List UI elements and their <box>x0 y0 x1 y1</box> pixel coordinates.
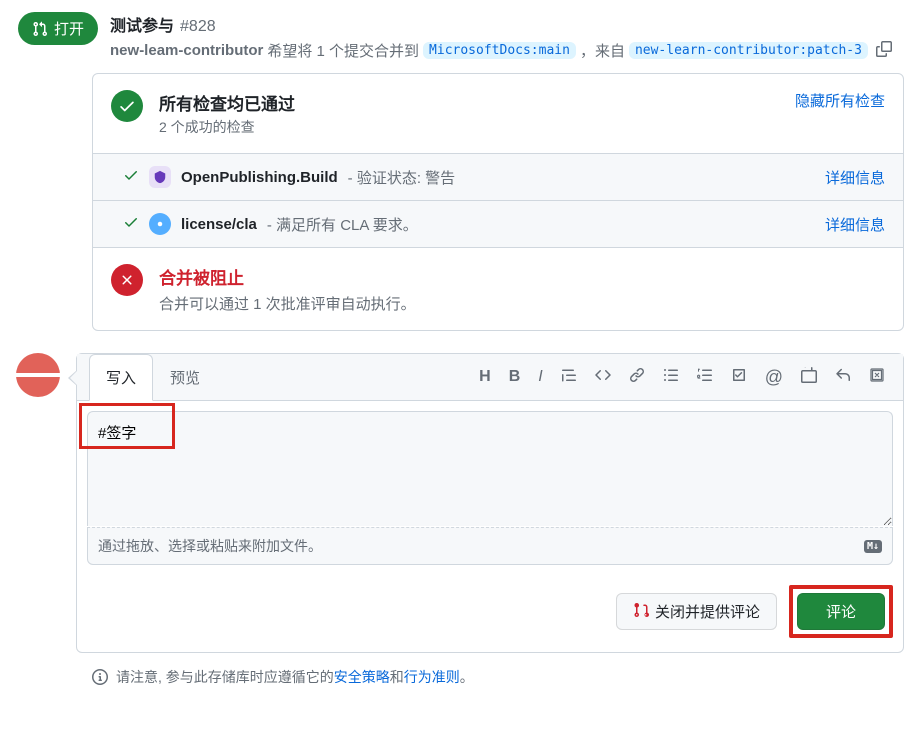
heading-icon[interactable]: H <box>479 368 491 386</box>
markdown-badge-icon[interactable]: M↓ <box>864 540 882 553</box>
italic-icon[interactable]: I <box>538 368 542 386</box>
footer-and: 和 <box>390 669 404 685</box>
highlight-box: 评论 <box>789 585 893 638</box>
check-status: - 满足所有 CLA 要求。 <box>267 214 418 235</box>
hide-checks-link[interactable]: 隐藏所有检查 <box>795 90 885 111</box>
check-detail-link[interactable]: 详细信息 <box>825 214 885 235</box>
fail-circle-icon <box>111 264 143 296</box>
tab-write[interactable]: 写入 <box>89 354 153 401</box>
link-icon[interactable] <box>629 367 645 388</box>
close-pr-button[interactable]: 关闭并提供评论 <box>616 593 777 630</box>
ordered-list-icon[interactable] <box>697 367 713 388</box>
from-text: ，来自 <box>580 40 625 61</box>
head-branch-tag[interactable]: new-learn-contributor:patch-3 <box>629 42 868 59</box>
checks-title: 所有检查均已通过 <box>159 90 779 115</box>
check-app-icon <box>149 213 171 235</box>
check-detail-link[interactable]: 详细信息 <box>825 167 885 188</box>
comment-form: 写入 预览 H B I @ <box>76 353 904 653</box>
status-badge-label: 打开 <box>54 18 84 39</box>
check-status: - 验证状态: 警告 <box>348 167 456 188</box>
task-list-icon[interactable] <box>731 367 747 388</box>
check-success-icon <box>123 167 139 187</box>
success-circle-icon <box>111 90 143 122</box>
security-policy-link[interactable]: 安全策略 <box>334 669 390 685</box>
info-icon <box>92 669 108 685</box>
footer-note: 请注意, 参与此存储库时应遵循它的安全策略和行为准则。 <box>92 667 904 687</box>
header-info: 测试参与 #828 new-leam-contributor 希望将 1 个提交… <box>110 12 904 61</box>
checks-panel: 所有检查均已通过 2 个成功的检查 隐藏所有检查 OpenPublishing.… <box>92 73 904 331</box>
comment-textarea[interactable] <box>87 411 893 526</box>
wants-merge-text: 希望将 1 个提交合并到 <box>267 40 419 61</box>
checks-header: 所有检查均已通过 2 个成功的检查 隐藏所有检查 <box>93 74 903 153</box>
reference-icon[interactable] <box>801 367 817 388</box>
close-pr-label: 关闭并提供评论 <box>655 601 760 622</box>
code-of-conduct-link[interactable]: 行为准则 <box>404 669 460 685</box>
merge-description: new-leam-contributor 希望将 1 个提交合并到 Micros… <box>110 40 904 61</box>
check-row: license/cla - 满足所有 CLA 要求。 详细信息 <box>93 200 903 247</box>
reply-icon[interactable] <box>835 367 851 388</box>
base-branch-tag[interactable]: MicrosoftDocs:main <box>423 42 576 59</box>
button-row: 关闭并提供评论 评论 <box>77 575 903 652</box>
check-success-icon <box>123 214 139 234</box>
bold-icon[interactable]: B <box>509 368 521 386</box>
comment-submit-button[interactable]: 评论 <box>797 593 885 630</box>
expand-icon[interactable] <box>869 367 885 388</box>
check-app-icon <box>149 166 171 188</box>
check-name: license/cla <box>181 216 257 233</box>
unordered-list-icon[interactable] <box>663 367 679 388</box>
copy-branch-icon[interactable] <box>876 41 892 61</box>
pr-number: #828 <box>180 18 216 36</box>
tab-preview[interactable]: 预览 <box>153 354 217 401</box>
pr-title: 测试参与 <box>110 12 174 36</box>
comment-toolbar: 写入 预览 H B I @ <box>77 354 903 401</box>
merge-blocked-section: 合并被阻止 合并可以通过 1 次批准评审自动执行。 <box>93 247 903 330</box>
pull-request-icon <box>32 21 48 37</box>
avatar <box>16 353 60 397</box>
attach-hint: 通过拖放、选择或粘贴来附加文件。 <box>98 536 322 556</box>
quote-icon[interactable] <box>561 367 577 388</box>
pr-author: new-leam-contributor <box>110 42 263 59</box>
attach-bar[interactable]: 通过拖放、选择或粘贴来附加文件。 M↓ <box>87 527 893 565</box>
close-pr-icon <box>633 602 649 622</box>
code-icon[interactable] <box>595 367 611 388</box>
merge-blocked-title: 合并被阻止 <box>159 264 416 289</box>
footer-suffix: 。 <box>460 669 474 685</box>
merge-blocked-subtitle: 合并可以通过 1 次批准评审自动执行。 <box>159 293 416 314</box>
status-badge-open: 打开 <box>18 12 98 45</box>
checks-subtitle: 2 个成功的检查 <box>159 117 779 137</box>
pr-header: 打开 测试参与 #828 new-leam-contributor 希望将 1 … <box>0 0 922 73</box>
footer-prefix: 请注意, 参与此存储库时应遵循它的 <box>116 669 334 685</box>
formatting-toolbar: H B I @ <box>479 367 891 388</box>
check-name: OpenPublishing.Build <box>181 169 338 186</box>
mention-icon[interactable]: @ <box>765 367 783 388</box>
check-row: OpenPublishing.Build - 验证状态: 警告 详细信息 <box>93 153 903 200</box>
